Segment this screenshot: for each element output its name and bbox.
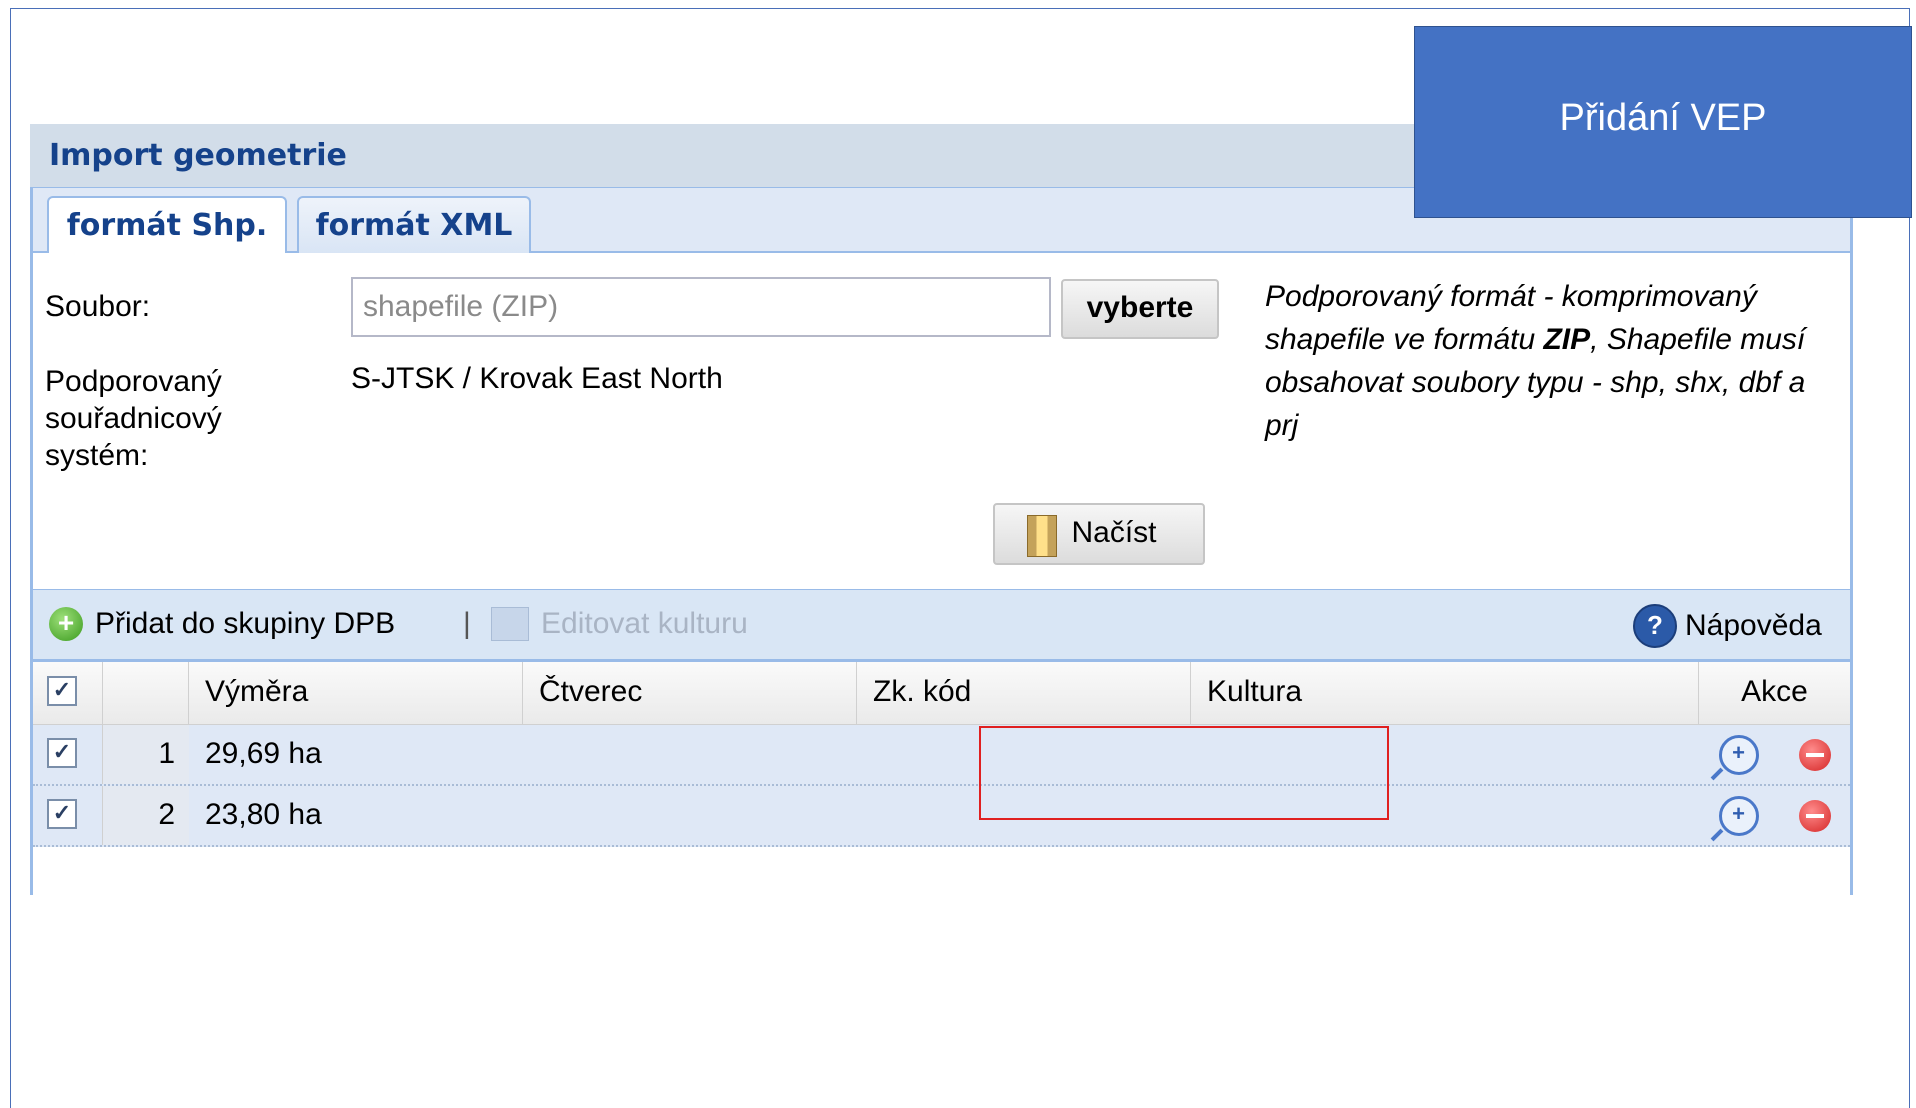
grid-header: ✓ Výměra Čtverec Zk. kód Kultura Akce [33,662,1850,725]
header-kultura[interactable]: Kultura [1191,662,1699,724]
cell-ctverec [523,725,857,784]
edit-culture-button[interactable]: Editovat kulturu [491,606,748,642]
cell-vymera: 29,69 ha [205,737,322,770]
grid-toolbar: + Přidat do skupiny DPB | Editovat kultu… [30,589,1853,662]
zip-archive-icon [1027,515,1057,557]
geometry-grid: ✓ Výměra Čtverec Zk. kód Kultura Akce ✓ … [30,662,1853,847]
edit-icon [491,607,529,641]
import-form: Soubor: vyberte Podporovaný souřadnicový… [30,253,1853,589]
cell-zk-kod [857,786,1191,845]
cell-actions: + [1699,725,1850,784]
cell-kultura[interactable] [1191,725,1699,784]
header-zk-kod[interactable]: Zk. kód [857,662,1191,724]
edit-culture-label: Editovat kulturu [541,607,748,640]
add-icon: + [49,607,83,641]
format-help-text: Podporovaný formát - komprimovaný shapef… [1265,275,1845,447]
cell-vymera: 23,80 ha [205,798,322,831]
cell-actions: + [1699,786,1850,845]
import-panel: Import geometrie formát Shp. formát XML … [30,124,1853,916]
zoom-in-icon[interactable]: + [1718,735,1759,776]
crs-value: S-JTSK / Krovak East North [351,362,723,395]
file-label: Soubor: [45,290,151,323]
grid-empty-area [30,847,1853,895]
table-row[interactable]: ✓ 1 29,69 ha + [33,725,1850,786]
zoom-in-icon[interactable]: + [1718,796,1759,837]
row-checkbox[interactable]: ✓ [47,799,77,830]
header-vymera[interactable]: Výměra [189,662,523,724]
toolbar-separator: | [463,607,471,640]
header-rownum [103,662,189,724]
header-akce: Akce [1741,675,1808,708]
add-to-group-label: Přidat do skupiny DPB [95,607,396,640]
browse-button[interactable]: vyberte [1061,279,1219,339]
tab-shp[interactable]: formát Shp. [47,196,287,255]
header-ctverec[interactable]: Čtverec [523,662,857,724]
delete-icon[interactable] [1798,739,1831,772]
crs-label: Podporovaný souřadnicový systém: [45,365,222,472]
tab-xml[interactable]: formát XML [297,196,531,253]
help-label: Nápověda [1685,609,1822,642]
row-checkbox[interactable]: ✓ [47,738,77,769]
header-select-all[interactable]: ✓ [33,662,103,724]
row-number: 1 [103,725,189,784]
help-icon: ? [1633,604,1677,648]
select-all-checkbox[interactable]: ✓ [47,676,77,707]
cell-kultura[interactable] [1191,786,1699,845]
callout-box: Přidání VEP [1414,26,1912,218]
callout-title: Přidání VEP [1559,97,1767,139]
table-row[interactable]: ✓ 2 23,80 ha + [33,786,1850,847]
add-to-group-button[interactable]: + Přidat do skupiny DPB [49,606,395,642]
help-button[interactable]: ? Nápověda [1633,604,1822,648]
cell-ctverec [523,786,857,845]
help-text-bold: ZIP [1543,323,1591,356]
delete-icon[interactable] [1798,800,1831,833]
row-number: 2 [103,786,189,845]
file-input[interactable] [351,277,1051,337]
load-button-label: Načíst [1071,516,1157,549]
cell-zk-kod [857,725,1191,784]
load-button[interactable]: Načíst [993,503,1205,565]
